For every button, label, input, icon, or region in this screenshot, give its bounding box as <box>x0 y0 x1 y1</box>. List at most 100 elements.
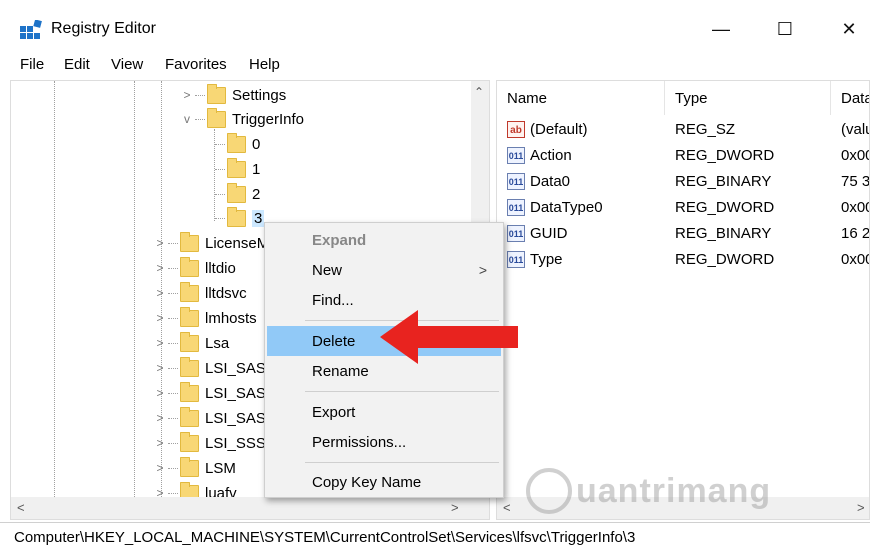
tree-node-1[interactable]: 1 <box>215 157 260 181</box>
column-header-type[interactable]: Type <box>665 81 831 115</box>
folder-icon <box>207 83 226 104</box>
tree-connector <box>168 317 178 319</box>
submenu-arrow-icon: > <box>478 262 487 278</box>
tree-node-0[interactable]: 0 <box>215 132 260 156</box>
tree-node-label: lltdsvc <box>205 284 247 302</box>
tree-connector <box>195 94 205 96</box>
watermark-text: uantrimang <box>576 471 772 510</box>
column-header-name[interactable]: Name <box>497 81 665 115</box>
tree-node-lsi-sas2[interactable]: > LSI_SAS2 <box>152 381 274 405</box>
tree-node-lltdsvc[interactable]: > lltdsvc <box>152 281 247 305</box>
value-row[interactable]: 011 Action REG_DWORD 0x00 <box>497 143 869 169</box>
tree-node-label: Lsa <box>205 334 230 352</box>
chevron-right-icon[interactable]: > <box>152 311 168 325</box>
tree-connector <box>168 492 178 494</box>
scroll-left-icon[interactable]: < <box>17 500 25 515</box>
chevron-right-icon[interactable]: > <box>152 361 168 375</box>
menu-bar: File Edit View Favorites Help <box>0 52 870 80</box>
chevron-right-icon[interactable]: > <box>152 336 168 350</box>
tree-connector <box>168 442 178 444</box>
value-data: 16 28 <box>841 225 870 242</box>
binary-value-icon: 011 <box>507 225 525 242</box>
tree-connector <box>168 467 178 469</box>
chevron-down-icon[interactable]: v <box>179 112 195 126</box>
column-header-data[interactable]: Data <box>831 81 869 115</box>
tree-node-settings[interactable]: > Settings <box>179 83 286 107</box>
tree-node-lsi-sas3[interactable]: > LSI_SAS3 <box>152 406 274 430</box>
context-menu-export[interactable]: Export <box>267 397 501 427</box>
context-menu-new[interactable]: New > <box>267 255 501 285</box>
scroll-right-icon[interactable]: > <box>857 500 865 515</box>
value-row[interactable]: 011 DataType0 REG_DWORD 0x00 <box>497 195 869 221</box>
chevron-right-icon[interactable]: > <box>152 436 168 450</box>
close-button[interactable]: ✕ <box>826 12 870 46</box>
tree-node-lsi-sss[interactable]: > LSI_SSS <box>152 431 266 455</box>
chevron-right-icon[interactable]: > <box>152 461 168 475</box>
tree-connector <box>215 168 225 170</box>
context-menu-copy-key-name[interactable]: Copy Key Name <box>267 467 501 497</box>
tree-node-lltdio[interactable]: > lltdio <box>152 256 236 280</box>
menu-separator <box>305 462 499 463</box>
scroll-up-icon[interactable]: ⌃ <box>474 85 484 99</box>
value-row[interactable]: 011 GUID REG_BINARY 16 28 <box>497 221 870 247</box>
value-name: Data0 <box>530 173 571 190</box>
value-name: DataType0 <box>530 199 603 216</box>
tree-node-lsi-sas[interactable]: > LSI_SAS <box>152 356 266 380</box>
tree-connector <box>168 292 178 294</box>
context-menu-expand[interactable]: Expand <box>267 225 501 255</box>
context-menu-permissions[interactable]: Permissions... <box>267 427 501 457</box>
tree-node-3[interactable]: 3 <box>215 206 265 230</box>
folder-icon <box>180 281 199 302</box>
tree-node-2[interactable]: 2 <box>215 182 260 206</box>
binary-value-icon: 011 <box>507 251 525 268</box>
scroll-left-icon[interactable]: < <box>503 500 511 515</box>
tree-node-label: 0 <box>252 135 261 153</box>
tree-node-label: 1 <box>252 160 261 178</box>
tree-connector <box>215 143 225 145</box>
tree-node-label: 2 <box>252 185 261 203</box>
value-row[interactable]: 011 Type REG_DWORD 0x00 <box>497 247 869 273</box>
maximize-button[interactable]: ☐ <box>762 12 808 46</box>
tree-node-triggerinfo[interactable]: v TriggerInfo <box>179 107 304 131</box>
tree-connector <box>195 118 205 120</box>
context-menu-label: New <box>312 261 343 279</box>
binary-value-icon: 011 <box>507 199 525 216</box>
tree-connector <box>168 242 178 244</box>
value-name: Action <box>530 147 572 164</box>
tree-node-label: TriggerInfo <box>232 110 304 128</box>
value-type: REG_SZ <box>675 121 736 138</box>
menu-favorites[interactable]: Favorites <box>165 56 227 73</box>
chevron-right-icon[interactable]: > <box>179 88 195 102</box>
status-bar-path: Computer\HKEY_LOCAL_MACHINE\SYSTEM\Curre… <box>0 522 870 550</box>
folder-icon <box>180 381 199 402</box>
scroll-right-icon[interactable]: > <box>451 500 459 515</box>
value-data: 0x00 <box>841 251 869 268</box>
menu-view[interactable]: View <box>111 56 143 73</box>
chevron-right-icon[interactable]: > <box>152 286 168 300</box>
tree-node-label: 3 <box>252 209 265 227</box>
tree-horizontal-scrollbar[interactable]: < > <box>11 497 489 519</box>
tree-node-lmhosts[interactable]: > lmhosts <box>152 306 257 330</box>
string-value-icon: ab <box>507 121 525 138</box>
tree-node-licensem[interactable]: > LicenseM <box>152 231 269 255</box>
chevron-right-icon[interactable]: > <box>152 261 168 275</box>
folder-icon <box>180 356 199 377</box>
menu-help[interactable]: Help <box>249 56 280 73</box>
value-type: REG_DWORD <box>675 251 775 268</box>
tree-node-lsm[interactable]: > LSM <box>152 456 236 480</box>
value-type: REG_DWORD <box>675 199 775 216</box>
minimize-button[interactable]: — <box>698 12 744 46</box>
menu-file[interactable]: File <box>20 56 44 73</box>
value-row[interactable]: ab (Default) REG_SZ (valu <box>497 117 869 143</box>
chevron-right-icon[interactable]: > <box>152 411 168 425</box>
value-type: REG_BINARY <box>675 173 772 190</box>
folder-icon <box>180 431 199 452</box>
watermark: uantrimang <box>526 464 771 518</box>
chevron-right-icon[interactable]: > <box>152 386 168 400</box>
tree-connector <box>168 417 178 419</box>
chevron-right-icon[interactable]: > <box>152 236 168 250</box>
tree-node-lsa[interactable]: > Lsa <box>152 331 229 355</box>
value-row[interactable]: 011 Data0 REG_BINARY 75 38 <box>497 169 869 195</box>
menu-edit[interactable]: Edit <box>64 56 90 73</box>
value-list-pane[interactable]: Name Type Data ab (Default) REG_SZ (valu… <box>496 80 870 520</box>
